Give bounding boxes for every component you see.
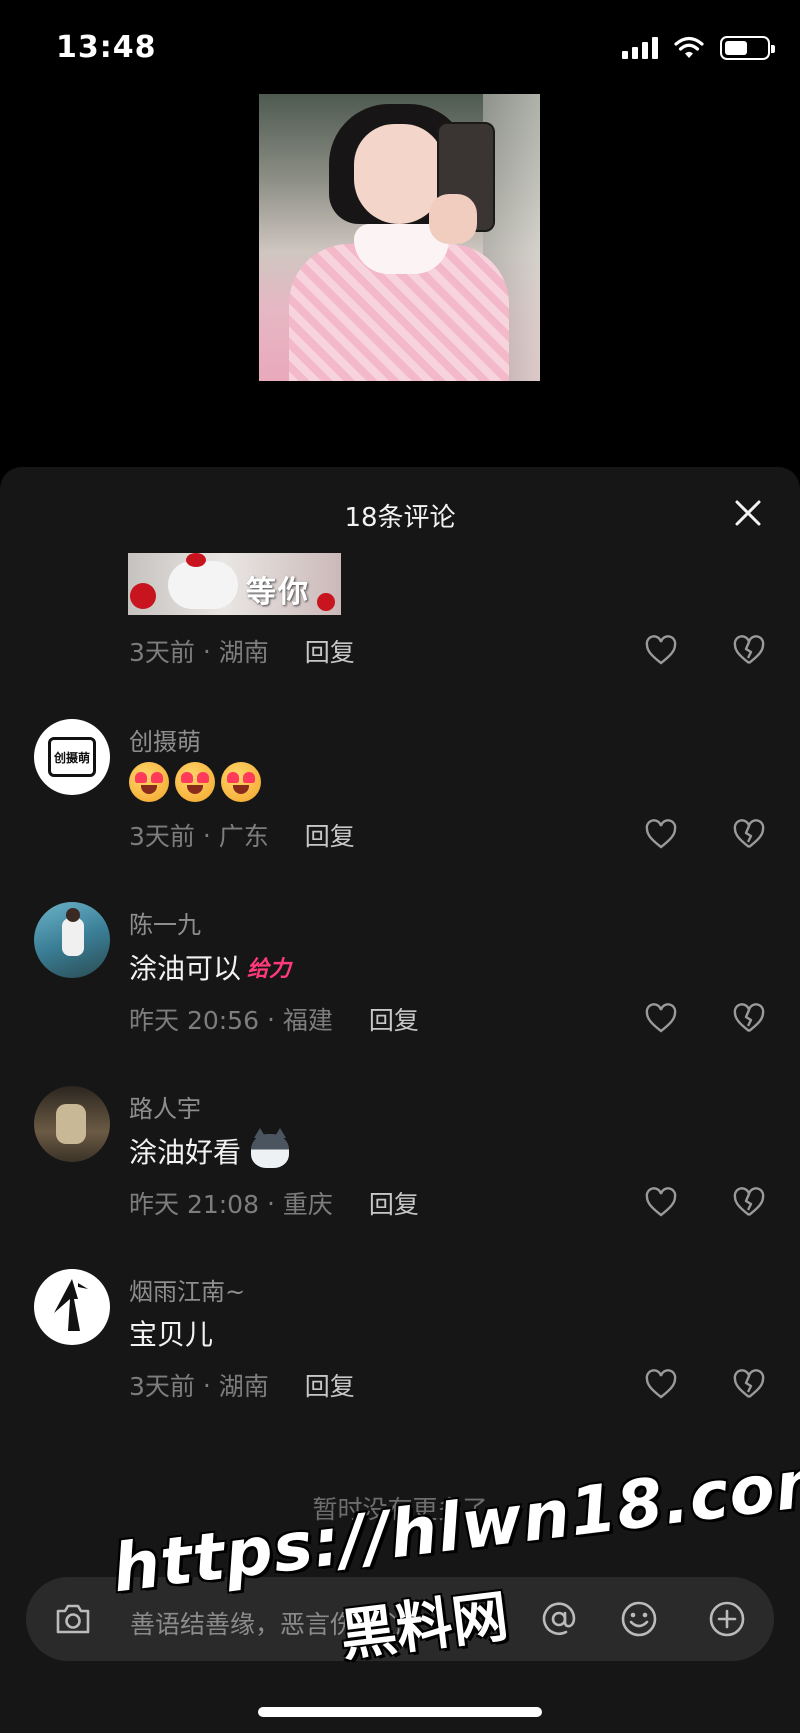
comment-location: 湖南 — [218, 1372, 269, 1401]
heron-icon — [54, 1279, 88, 1331]
comment-text — [129, 762, 261, 802]
avatar[interactable] — [34, 1269, 110, 1345]
reply-button[interactable]: 回复 — [369, 1001, 419, 1037]
like-heart-icon[interactable] — [644, 1368, 678, 1402]
comment-meta: 昨天 20:56 · 福建 回复 — [129, 1001, 419, 1037]
comment-meta: 3天前 · 湖南 回复 — [129, 633, 355, 669]
status-time: 13:48 — [56, 30, 157, 65]
dislike-broken-heart-icon[interactable] — [732, 634, 766, 668]
sticker-caption: 等你 — [246, 575, 310, 610]
comment-meta: 昨天 21:08 · 重庆 回复 — [129, 1185, 419, 1221]
dislike-broken-heart-icon[interactable] — [732, 1186, 766, 1220]
comment-time: 3天前 — [129, 638, 195, 667]
comment-meta: 3天前 · 广东 回复 — [129, 817, 355, 853]
status-icons — [622, 36, 775, 60]
comment-username[interactable]: 路人宇 — [129, 1089, 201, 1124]
battery-icon — [720, 36, 775, 60]
comments-sheet: 18条评论 等你 3天前 · 湖南 回复 创摄萌 创摄萌 3天前 · 广东 回复… — [0, 467, 800, 1733]
comments-count-title: 18条评论 — [344, 503, 456, 533]
comment-username[interactable]: 烟雨江南~ — [129, 1272, 245, 1307]
wifi-icon — [674, 36, 704, 58]
like-heart-icon[interactable] — [644, 1186, 678, 1220]
comment-sticker-tag: 给力 — [247, 957, 292, 982]
at-mention-icon[interactable] — [538, 1598, 580, 1640]
comment-time: 昨天 21:08 — [129, 1190, 259, 1219]
like-heart-icon[interactable] — [644, 1002, 678, 1036]
comment-location: 重庆 — [282, 1190, 333, 1219]
comment-time: 3天前 — [129, 1372, 195, 1401]
comment-text: 涂油好看 — [129, 1128, 290, 1171]
comment-username[interactable]: 创摄萌 — [129, 722, 201, 757]
comment-time: 3天前 — [129, 822, 195, 851]
comment-text-content: 宝贝儿 — [129, 1318, 214, 1351]
reply-button[interactable]: 回复 — [369, 1185, 419, 1221]
reply-button[interactable]: 回复 — [305, 817, 355, 853]
comment-location: 福建 — [282, 1006, 333, 1035]
reply-button[interactable]: 回复 — [305, 1367, 355, 1403]
comment-text-content: 涂油好看 — [129, 1136, 242, 1169]
add-plus-icon[interactable] — [706, 1598, 748, 1640]
avatar[interactable]: 创摄萌 — [34, 719, 110, 795]
comment-sticker-image[interactable]: 等你 — [128, 553, 341, 615]
avatar-logo: 创摄萌 — [48, 737, 96, 777]
comment-input-placeholder: 善语结善缘，恶言伤人心 — [130, 1610, 406, 1639]
dislike-broken-heart-icon[interactable] — [732, 1002, 766, 1036]
close-icon[interactable] — [732, 497, 764, 529]
dislike-broken-heart-icon[interactable] — [732, 818, 766, 852]
comment-username[interactable]: 陈一九 — [129, 905, 201, 940]
husky-emoji — [251, 1128, 290, 1168]
cellular-signal-icon — [622, 37, 658, 59]
camera-icon[interactable] — [52, 1598, 94, 1640]
comment-location: 湖南 — [218, 638, 269, 667]
reply-button[interactable]: 回复 — [305, 633, 355, 669]
avatar[interactable] — [34, 1086, 110, 1162]
avatar[interactable] — [34, 902, 110, 978]
comment-text-content: 涂油可以 — [129, 952, 242, 985]
comment-location: 广东 — [218, 822, 269, 851]
comment-input-bar: 善语结善缘，恶言伤人心 — [0, 1557, 800, 1733]
heart-eyes-emoji — [129, 762, 169, 802]
comment-meta: 3天前 · 湖南 回复 — [129, 1367, 355, 1403]
like-heart-icon[interactable] — [644, 818, 678, 852]
heart-eyes-emoji — [221, 762, 261, 802]
dislike-broken-heart-icon[interactable] — [732, 1368, 766, 1402]
emoji-face-icon[interactable] — [618, 1598, 660, 1640]
home-indicator[interactable] — [258, 1707, 542, 1717]
no-more-comments-text: 暂时没有更多了 — [312, 1495, 488, 1524]
comment-time: 昨天 20:56 — [129, 1006, 259, 1035]
comment-input[interactable]: 善语结善缘，恶言伤人心 — [26, 1577, 774, 1661]
comment-text: 宝贝儿 — [129, 1313, 213, 1353]
like-heart-icon[interactable] — [644, 634, 678, 668]
status-bar: 13:48 — [0, 0, 800, 100]
post-photo[interactable] — [259, 94, 540, 381]
heart-eyes-emoji — [175, 762, 215, 802]
comment-text: 涂油可以 给力 — [129, 947, 291, 987]
